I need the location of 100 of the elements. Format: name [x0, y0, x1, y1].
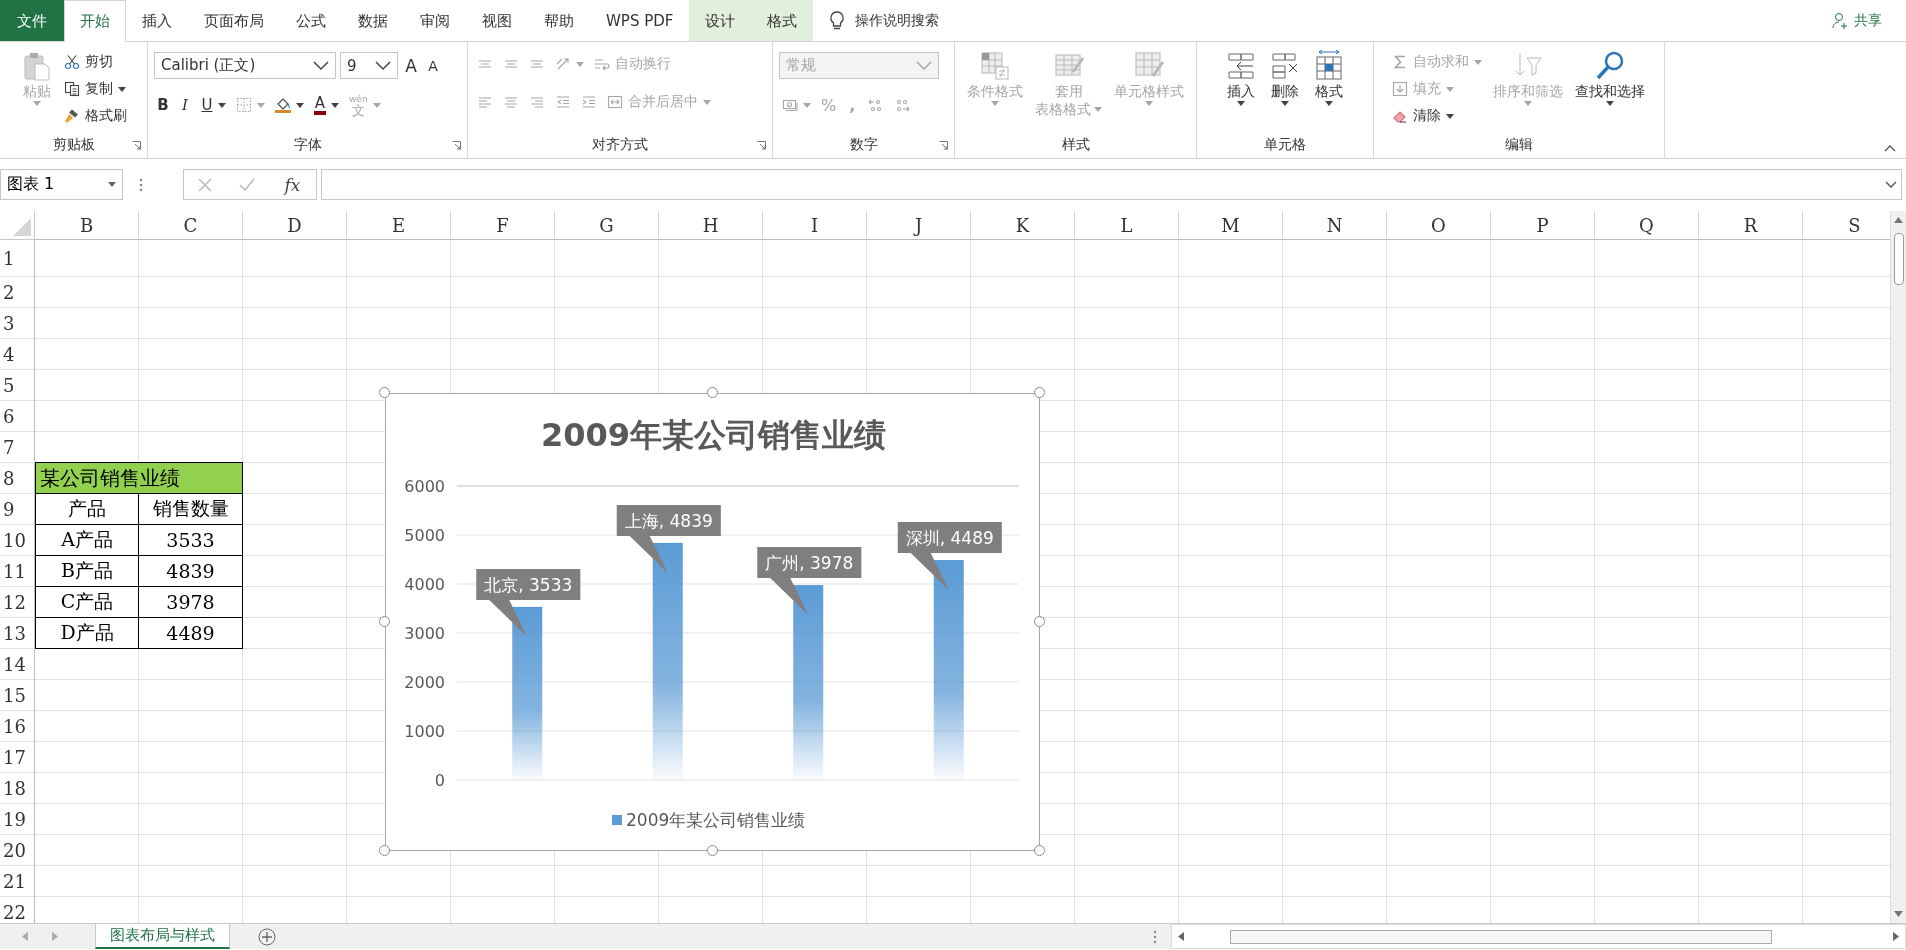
ribbon-tab[interactable]: 公式 [280, 0, 342, 41]
ribbon-tab[interactable]: 插入 [126, 0, 188, 41]
ribbon-tab[interactable]: 页面布局 [188, 0, 280, 41]
column-header[interactable]: E [347, 211, 451, 240]
column-header[interactable]: I [763, 211, 867, 240]
row-header[interactable]: 20 [0, 835, 35, 866]
italic-button[interactable]: I [176, 93, 194, 117]
column-header[interactable]: P [1491, 211, 1595, 240]
cancel-icon[interactable] [197, 177, 212, 192]
name-box[interactable]: 图表 1 [0, 169, 123, 200]
sheet-tab[interactable]: 图表布局与样式 [95, 924, 230, 949]
scroll-down-icon[interactable] [1894, 911, 1903, 917]
delete-button[interactable]: 删除 [1265, 48, 1305, 108]
resize-handle[interactable] [706, 845, 718, 856]
font-color-button[interactable]: A [311, 93, 342, 117]
chevron-down-icon[interactable] [1885, 180, 1897, 189]
font-size-field[interactable]: 9 [340, 52, 398, 79]
banknote-icon [782, 97, 798, 113]
column-header[interactable]: C [139, 211, 243, 240]
ribbon-tab[interactable]: 格式 [751, 0, 814, 41]
copy-button[interactable]: 复制 [61, 77, 130, 101]
resize-handle[interactable] [1034, 616, 1045, 627]
column-header[interactable]: Q [1595, 211, 1699, 240]
row-header[interactable]: 21 [0, 866, 35, 897]
find-select-button[interactable]: 查找和选择 [1571, 48, 1649, 108]
vertical-scrollbar[interactable] [1890, 211, 1906, 923]
checkmark-icon[interactable] [239, 178, 256, 191]
share-button[interactable]: 共享 [1832, 0, 1906, 41]
column-header[interactable]: O [1387, 211, 1491, 240]
group-label: 数字 [849, 136, 878, 154]
collapse-ribbon-icon[interactable] [1884, 145, 1896, 152]
scroll-left-icon[interactable] [1178, 932, 1184, 941]
column-header[interactable]: N [1283, 211, 1387, 240]
column-header[interactable]: K [971, 211, 1075, 240]
tell-me-search[interactable]: 操作说明搜索 [829, 0, 940, 41]
row-header[interactable]: 2 [0, 277, 35, 308]
row-header[interactable]: 15 [0, 680, 35, 711]
cut-button[interactable]: 剪切 [61, 50, 130, 74]
dialog-launcher-icon[interactable] [452, 141, 461, 150]
format-painter-button[interactable]: 格式刷 [61, 104, 130, 128]
row-header[interactable]: 1 [0, 240, 35, 277]
column-header[interactable]: F [451, 211, 555, 240]
column-header[interactable]: D [243, 211, 347, 240]
insert-function-button[interactable]: fx [282, 174, 303, 195]
ribbon-tab[interactable]: WPS PDF [590, 0, 690, 41]
column-header[interactable]: G [555, 211, 659, 240]
horizontal-scrollbar[interactable] [1171, 924, 1906, 949]
font-name-field[interactable]: Calibri (正文) [154, 52, 336, 79]
row-header[interactable]: 18 [0, 773, 35, 804]
dialog-launcher-icon[interactable] [757, 141, 766, 150]
clear-button[interactable]: 清除 [1389, 104, 1485, 128]
more-icon[interactable] [139, 177, 143, 192]
row-header[interactable]: 19 [0, 804, 35, 835]
scrollbar-thumb[interactable] [1230, 929, 1772, 944]
scroll-right-icon[interactable] [1893, 932, 1899, 941]
group-label: 字体 [293, 136, 322, 154]
row-header[interactable]: 4 [0, 339, 35, 370]
ribbon-tab[interactable]: 设计 [689, 0, 752, 41]
dialog-launcher-icon[interactable] [132, 141, 141, 150]
ribbon-tab[interactable]: 文件 [0, 0, 64, 41]
format-button[interactable]: 格式 [1309, 48, 1349, 108]
formula-input[interactable] [321, 169, 1902, 200]
column-header[interactable]: R [1699, 211, 1803, 240]
scroll-up-icon[interactable] [1894, 217, 1903, 223]
resize-handle[interactable] [1034, 387, 1045, 398]
dialog-launcher-icon[interactable] [939, 141, 948, 150]
resize-handle[interactable] [379, 616, 390, 627]
row-header[interactable]: 6 [0, 401, 35, 432]
ribbon-tab[interactable]: 开始 [64, 0, 126, 42]
column-header[interactable]: H [659, 211, 763, 240]
axis-tick-label: 3000 [404, 624, 445, 643]
shrink-font-button[interactable]: A [424, 53, 442, 78]
ribbon-tab[interactable]: 审阅 [404, 0, 466, 41]
row-header[interactable]: 7 [0, 432, 35, 463]
resize-handle[interactable] [379, 387, 390, 398]
scrollbar-thumb[interactable] [1893, 233, 1904, 285]
column-header[interactable]: L [1075, 211, 1179, 240]
axis-tick-label: 6000 [404, 477, 445, 496]
select-all-icon[interactable] [13, 218, 31, 236]
grow-font-button[interactable]: A [402, 53, 420, 78]
row-header[interactable]: 5 [0, 370, 35, 401]
resize-handle[interactable] [1034, 845, 1045, 856]
row-header[interactable]: 14 [0, 649, 35, 680]
row-header[interactable]: 3 [0, 308, 35, 339]
column-header[interactable]: J [867, 211, 971, 240]
column-header[interactable]: M [1179, 211, 1283, 240]
more-icon[interactable] [1153, 929, 1157, 944]
chart-area[interactable]: 2009年某公司销售业绩 0 1000 2000 3000 4000 5000 6000 北京, 3533 上海, 4839 广州, 3978 深圳, 4489 2009年某公司销售业绩 [385, 393, 1040, 851]
resize-handle[interactable] [379, 845, 390, 856]
underline-button[interactable]: U [198, 93, 229, 117]
ribbon-tab[interactable]: 视图 [466, 0, 528, 41]
resize-handle[interactable] [706, 387, 718, 398]
column-header[interactable]: B [35, 211, 139, 240]
insert-button[interactable]: 插入 [1221, 48, 1261, 108]
row-header[interactable]: 16 [0, 711, 35, 742]
bold-button[interactable]: B [154, 93, 172, 117]
row-header[interactable]: 17 [0, 742, 35, 773]
add-sheet-icon[interactable] [258, 927, 276, 946]
ribbon-tab[interactable]: 数据 [342, 0, 404, 41]
ribbon-tab[interactable]: 帮助 [528, 0, 590, 41]
